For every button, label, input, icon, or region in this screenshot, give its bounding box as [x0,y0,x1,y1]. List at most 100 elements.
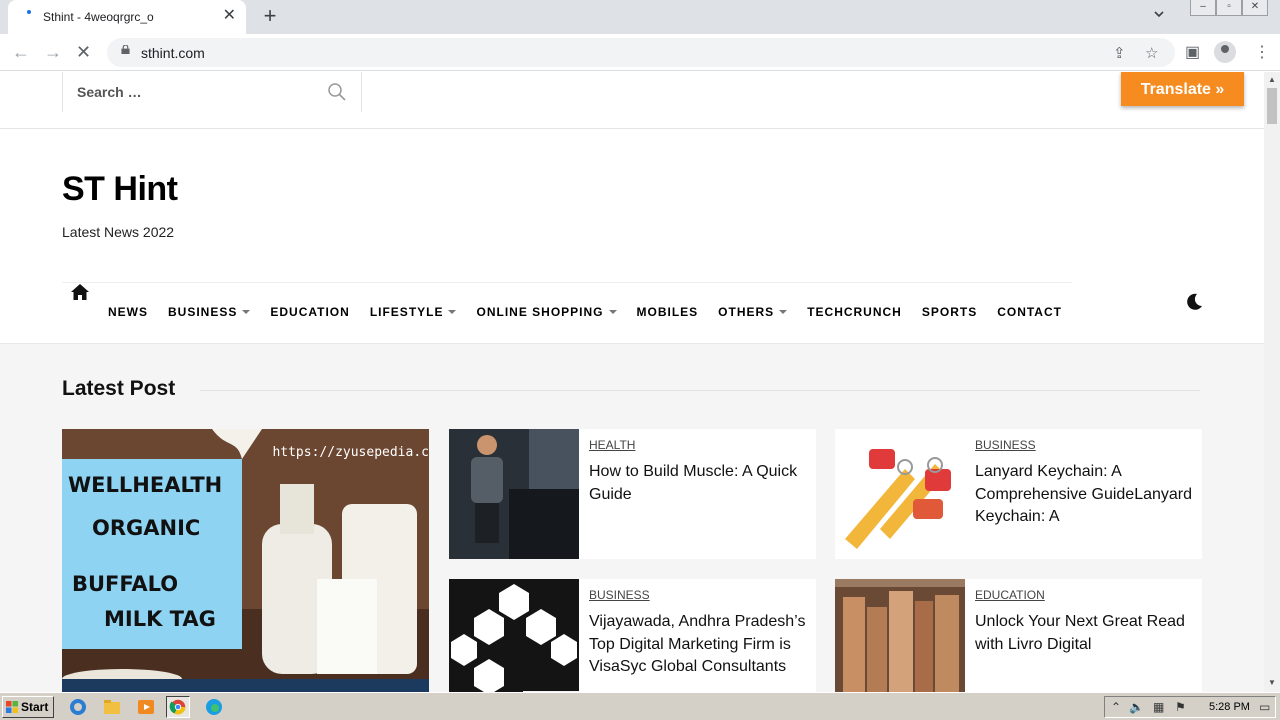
post-category[interactable]: HEALTH [589,438,635,452]
restore-icon[interactable]: ▫ [1216,0,1242,16]
address-bar[interactable]: sthint.com ⇪ ☆ [107,38,1175,67]
menu-item-sports[interactable]: SPORTS [922,305,977,319]
nav-divider [62,282,1072,283]
digital-marketing-thumbnail[interactable] [449,579,579,692]
menu-item-education[interactable]: EDUCATION [270,305,349,319]
home-icon[interactable] [70,283,90,301]
feature-caption-bar [62,679,429,692]
menu-item-mobiles[interactable]: MOBILES [637,305,699,319]
system-tray: ⌃ 🔈 ▦ ⚑ 5:28 PM ▭ [1104,696,1276,718]
file-explorer-icon[interactable] [100,696,124,718]
dark-mode-moon-icon[interactable] [1184,292,1204,312]
feature-text-line-4: MILK TAG [104,607,216,631]
menu-item-business[interactable]: BUSINESS [168,305,251,319]
window-controls: – ▫ ✕ [1190,0,1268,18]
internet-explorer-icon[interactable] [66,696,90,718]
section-title: Latest Post [62,377,176,400]
new-tab-button[interactable]: + [259,4,281,28]
menu-item-label: NEWS [108,305,148,319]
menu-item-contact[interactable]: CONTACT [997,305,1062,319]
menu-item-label: CONTACT [997,305,1062,319]
start-button[interactable]: Start [2,696,54,718]
treadmill-runner-thumbnail[interactable] [449,429,579,559]
latest-post-section: Latest Post https://zyusepedia.c WELLHEA… [0,343,1264,692]
volume-icon[interactable]: 🔈 [1129,700,1144,714]
scroll-down-arrow-icon[interactable]: ▼ [1268,678,1276,687]
menu-item-label: EDUCATION [270,305,350,319]
tab-title: Sthint - 4weoqrgrc_o [43,10,154,24]
feature-watermark-url: https://zyusepedia.c [272,445,429,460]
scroll-up-arrow-icon[interactable]: ▲ [1268,75,1276,84]
search-input[interactable] [77,80,317,104]
post-card[interactable]: HEALTH How to Build Muscle: A Quick Guid… [449,429,816,559]
lanyard-keychain-thumbnail[interactable] [835,429,965,559]
dropdown-caret-icon [242,310,251,314]
menu-item-techcrunch[interactable]: TECHCRUNCH [807,305,902,319]
primary-menu: NEWS BUSINESS EDUCATION LIFESTYLE ONLINE SHO… [108,305,1082,319]
search-icon[interactable] [327,82,347,102]
side-panel-icon[interactable]: ▣ [1185,42,1200,62]
section-title-line [200,390,1200,391]
site-title[interactable]: ST Hint [62,170,178,209]
windows-logo-icon [6,701,18,713]
start-label: Start [21,700,49,714]
search-form [62,72,362,112]
post-card[interactable]: EDUCATION Unlock Your Next Great Read wi… [835,579,1202,692]
browser-tab[interactable]: Sthint - 4weoqrgrc_o ✕ [8,0,246,34]
post-category[interactable]: EDUCATION [975,588,1045,602]
network-icon[interactable]: ▦ [1153,700,1164,714]
site-tagline: Latest News 2022 [62,224,175,240]
bookmark-star-icon[interactable]: ☆ [1145,44,1158,62]
post-category[interactable]: BUSINESS [975,438,1036,452]
menu-kebab-icon[interactable]: ⋮ [1254,42,1270,62]
feature-text-line-2: ORGANIC [92,516,201,540]
edge-icon[interactable] [202,696,226,718]
post-title[interactable]: Unlock Your Next Great Read with Livro D… [975,611,1195,656]
books-thumbnail[interactable] [835,579,965,692]
tab-close-icon[interactable]: ✕ [223,7,236,25]
menu-item-lifestyle[interactable]: LIFESTYLE [370,305,457,319]
menu-item-label: OTHERS [718,305,775,319]
feature-text-line-1: WELLHEALTH [68,473,223,497]
page-scrollbar[interactable]: ▲ ▼ [1264,72,1280,692]
menu-item-label: LIFESTYLE [369,305,444,319]
menu-item-news[interactable]: NEWS [108,305,148,319]
menu-item-label: ONLINE SHOPPING [476,305,604,319]
post-title[interactable]: Lanyard Keychain: A Comprehensive GuideL… [975,461,1195,529]
post-title[interactable]: Vijayawada, Andhra Pradesh’s Top Digital… [589,611,809,679]
site-favicon-icon [27,10,31,14]
menu-item-others[interactable]: OTHERS [718,305,788,319]
media-player-icon[interactable] [134,696,158,718]
share-icon[interactable]: ⇪ [1113,44,1126,62]
tray-expand-icon[interactable]: ⌃ [1111,700,1121,714]
post-category[interactable]: BUSINESS [589,588,650,602]
profile-avatar-icon[interactable] [1214,41,1236,63]
tab-strip: Sthint - 4weoqrgrc_o ✕ + – ▫ ✕ [0,0,1280,34]
post-title[interactable]: How to Build Muscle: A Quick Guide [589,461,809,506]
post-card[interactable]: BUSINESS Vijayawada, Andhra Pradesh’s To… [449,579,816,692]
action-center-flag-icon[interactable]: ⚑ [1175,700,1186,714]
lock-icon [121,45,130,54]
url-text: sthint.com [141,45,205,61]
stop-loading-icon[interactable]: ✕ [76,42,91,62]
dropdown-caret-icon [448,310,457,314]
scrollbar-thumb[interactable] [1267,88,1277,124]
taskbar: Start ⌃ 🔈 ▦ ⚑ 5:28 PM ▭ [0,692,1280,720]
post-card[interactable]: BUSINESS Lanyard Keychain: A Comprehensi… [835,429,1202,559]
menu-item-label: SPORTS [921,305,978,319]
translate-button[interactable]: Translate » [1121,72,1244,106]
close-window-icon[interactable]: ✕ [1242,0,1268,16]
menu-item-online-shopping[interactable]: ONLINE SHOPPING [476,305,617,319]
featured-post-image[interactable]: https://zyusepedia.c WELLHEALTH ORGANIC … [62,429,429,692]
clock[interactable]: 5:28 PM [1209,701,1250,713]
tab-search-chevron-icon[interactable] [1153,8,1165,23]
forward-arrow-icon[interactable]: → [44,42,62,62]
back-arrow-icon[interactable]: ← [12,42,30,62]
minimize-icon[interactable]: – [1190,0,1216,16]
menu-item-label: MOBILES [636,305,699,319]
web-page: Translate » ST Hint Latest News 2022 NEW… [0,72,1264,692]
menu-item-label: BUSINESS [168,305,238,319]
chrome-icon[interactable] [166,696,190,718]
show-desktop-icon[interactable]: ▭ [1259,700,1270,714]
dropdown-caret-icon [779,310,788,314]
